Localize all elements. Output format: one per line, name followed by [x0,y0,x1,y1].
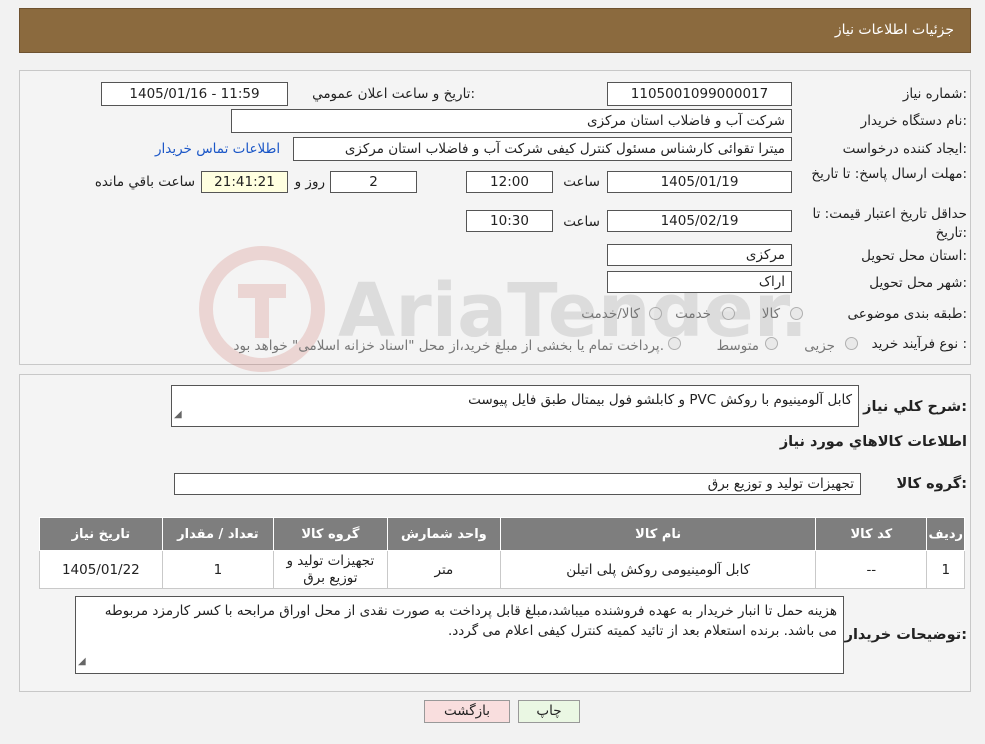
process-option-medium: متوسط [716,338,759,354]
remaining-time-field: 21:41:21 [201,171,288,193]
process-note: پرداخت تمام یا بخشی از مبلغ خرید،از محل … [233,338,664,354]
announce-field: 1405/01/16 - 11:59 [101,82,288,106]
print-button[interactable]: چاپ [518,700,580,723]
creator-field: میترا تقوائی کارشناس مسئول کنترل کیفی شر… [293,137,792,161]
col-unit: واحد شمارش [386,517,502,551]
description-text: کابل آلومینیوم با روکش PVC و کابلشو فول … [468,392,852,408]
need-number-label: شماره نیاز: [902,86,967,102]
deadline-time-label: ساعت [563,174,600,190]
days-label: روز و [294,174,325,190]
col-date: تاریخ نیاز [39,517,163,551]
category-option-service: خدمت [675,306,711,322]
goods-table-header: ردیف کد کالا نام کالا واحد شمارش گروه کا… [39,517,965,551]
creator-label: ایجاد کننده درخواست: [842,141,967,157]
cell-name: کابل آلومینیومی روکش پلی اتیلن [500,550,817,589]
table-row: 1 -- کابل آلومینیومی روکش پلی اتیلن متر … [39,550,965,589]
col-group: گروه کالا [273,517,388,551]
goods-table: ردیف کد کالا نام کالا واحد شمارش گروه کا… [39,517,965,589]
description-textarea: کابل آلومینیوم با روکش PVC و کابلشو فول … [171,385,859,427]
category-radio-goods-service[interactable] [649,307,662,320]
announce-label: تاریخ و ساعت اعلان عمومي: [312,86,475,102]
category-option-goods: کالا [761,306,780,322]
deadline-time-field: 12:00 [466,171,553,193]
buyer-org-label: نام دستگاه خريدار: [860,113,967,129]
resize-handle-icon[interactable]: ◢ [174,405,182,425]
validity-label: حداقل تاریخ اعتبار قیمت: تا تاریخ: [812,206,967,241]
notes-textarea: هزینه حمل تا انبار خریدار به عهده فروشند… [75,596,844,674]
deadline-date-field: 1405/01/19 [607,171,792,193]
validity-date-field: 1405/02/19 [607,210,792,232]
need-number-field: 1105001099000017 [607,82,792,106]
city-field: اراک [607,271,792,293]
validity-time-field: 10:30 [466,210,553,232]
cell-date: 1405/01/22 [39,550,163,589]
validity-time-label: ساعت [563,214,600,230]
days-field: 2 [330,171,417,193]
buyer-org-field: شرکت آب و فاضلاب استان مرکزی [231,109,792,133]
cell-qty: 1 [161,550,275,589]
goods-group-field: تجهیزات تولید و توزیع برق [174,473,861,495]
city-label: شهر محل تحویل: [869,275,967,291]
col-name: نام کالا [500,517,817,551]
process-radio-treasury[interactable] [668,337,681,350]
goods-group-label: گروه کالا: [896,476,967,492]
cell-code: -- [815,550,928,589]
description-label: شرح کلي نياز: [863,399,967,415]
process-radio-medium[interactable] [765,337,778,350]
deadline-label: مهلت ارسال پاسخ: تا تاریخ: [811,166,967,182]
page-header: جزئیات اطلاعات نیاز [19,8,971,53]
col-code: کد کالا [815,517,928,551]
col-qty: تعداد / مقدار [161,517,275,551]
process-label: نوع فرآیند خرید : [871,336,967,352]
goods-section-title: اطلاعات کالاهاي مورد نياز [779,434,967,450]
process-option-minor: جزیی [804,338,835,354]
process-radio-minor[interactable] [845,337,858,350]
province-label: استان محل تحویل: [861,248,967,264]
cell-row: 1 [926,550,965,589]
buyer-contact-link[interactable]: اطلاعات تماس خریدار [155,141,280,157]
notes-label: توضیحات خریدار: [844,627,967,643]
category-radio-service[interactable] [722,307,735,320]
category-radio-goods[interactable] [790,307,803,320]
cell-group: تجهیزات تولید و توزیع برق [273,550,388,589]
col-row: ردیف [926,517,965,551]
page-title: جزئیات اطلاعات نیاز [834,22,954,38]
back-button[interactable]: بازگشت [424,700,510,723]
category-option-goods-service: کالا/خدمت [581,306,640,322]
resize-handle-icon[interactable]: ◢ [78,652,86,672]
cell-unit: متر [386,550,502,589]
notes-text: هزینه حمل تا انبار خریدار به عهده فروشند… [104,603,837,639]
category-label: طبقه بندی موضوعی: [847,306,967,322]
province-field: مرکزی [607,244,792,266]
remaining-label: ساعت باقي مانده [94,174,195,190]
